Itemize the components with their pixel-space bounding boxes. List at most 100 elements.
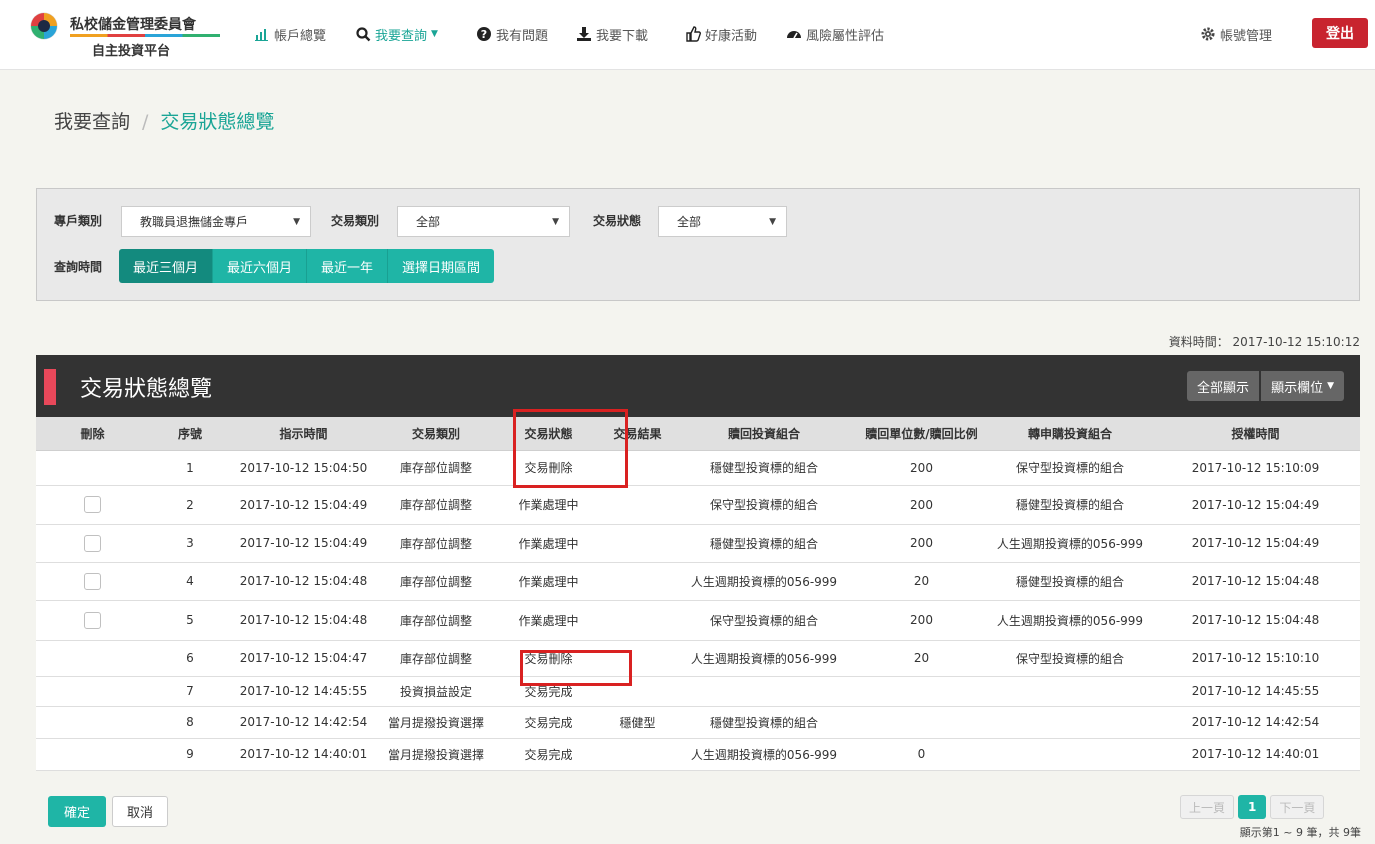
table-cell: 作業處理中: [496, 524, 601, 563]
table-cell: 200: [854, 600, 989, 641]
question-icon: ?: [477, 27, 491, 41]
table-cell: 保守型投資標的組合: [674, 600, 854, 641]
next-page-button[interactable]: 下一頁: [1270, 795, 1325, 819]
caret-down-icon: ▼: [293, 217, 300, 227]
column-header: 序號: [149, 417, 231, 451]
trade-type-label: 交易類別: [331, 214, 380, 228]
period-custom-range-button[interactable]: 選擇日期區間: [388, 249, 495, 283]
table-cell: 保守型投資標的組合: [674, 485, 854, 525]
confirm-button[interactable]: 確定: [48, 796, 106, 827]
table-cell: [601, 676, 674, 707]
table-row: 7 2017-10-12 14:45:55 投資損益設定 交易完成 2017-10-12…: [36, 676, 1360, 707]
account-type-label: 專戶類別: [54, 214, 103, 228]
show-columns-dropdown[interactable]: 顯示欄位 ▼: [1261, 371, 1344, 401]
nav-faq[interactable]: ? 我有問題: [476, 24, 548, 44]
table-cell: 庫存部位調整: [376, 640, 496, 677]
table-cell: 作業處理中: [496, 600, 601, 641]
table-cell: [601, 600, 674, 641]
table-cell: [989, 738, 1151, 771]
delete-checkbox[interactable]: [84, 611, 101, 629]
search-icon: [356, 27, 371, 42]
table-cell: [36, 706, 149, 739]
table-row: 1 2017-10-12 15:04:50 庫存部位調整 交易刪除 穩健型投資標的組合 2…: [36, 450, 1360, 486]
period-6-months-button[interactable]: 最近六個月: [213, 249, 308, 283]
table-cell: 20: [854, 640, 989, 677]
account-settings-link[interactable]: 帳號管理: [1200, 24, 1272, 44]
prev-page-button[interactable]: 上一頁: [1180, 795, 1235, 819]
table-cell: 2017-10-12 15:04:48: [231, 600, 376, 641]
show-all-button[interactable]: 全部顯示: [1187, 371, 1260, 401]
table-cell: [601, 738, 674, 771]
table-cell: 當月提撥投資選擇: [376, 738, 496, 771]
table-row: 8 2017-10-12 14:42:54 當月提撥投資選擇 交易完成 穩健型 穩健型投資…: [36, 706, 1360, 739]
cancel-button[interactable]: 取消: [112, 796, 168, 827]
trade-type-select[interactable]: 全部 ▼: [397, 206, 570, 237]
delete-checkbox[interactable]: [84, 572, 101, 590]
table-cell: 2017-10-12 14:40:01: [1151, 738, 1360, 771]
trade-status-label: 交易狀態: [593, 214, 642, 228]
table-cell: 人生週期投資標的056-999: [674, 640, 854, 677]
trade-status-select[interactable]: 全部 ▼: [658, 206, 787, 237]
table-cell: [36, 524, 149, 563]
nav-promotions[interactable]: 好康活動: [685, 24, 757, 44]
logout-button[interactable]: 登出: [1312, 18, 1368, 48]
table-cell: 庫存部位調整: [376, 562, 496, 601]
caret-down-icon: ▼: [552, 217, 559, 227]
nav-label: 帳戶總覽: [274, 28, 327, 44]
delete-checkbox[interactable]: [84, 496, 101, 513]
period-1-year-button[interactable]: 最近一年: [307, 249, 389, 283]
column-header: 交易狀態: [496, 417, 601, 451]
table-cell: [36, 562, 149, 601]
page-1-button[interactable]: 1: [1238, 795, 1267, 819]
table-cell: 9: [149, 738, 231, 771]
table-cell: [601, 450, 674, 486]
table-cell: 穩健型投資標的組合: [989, 562, 1151, 601]
table-cell: 2017-10-12 14:45:55: [231, 676, 376, 707]
account-type-value: 教職員退撫儲金專戶: [140, 215, 249, 229]
table-cell: [36, 640, 149, 677]
nav-label: 我有問題: [496, 28, 549, 44]
table-cell: 1: [149, 450, 231, 486]
table-cell: 庫存部位調整: [376, 450, 496, 486]
table-cell: 2017-10-12 15:04:48: [1151, 562, 1360, 601]
table-cell: 2017-10-12 15:10:10: [1151, 640, 1360, 677]
table-cell: [989, 676, 1151, 707]
nav-account-overview[interactable]: 帳戶總覽: [254, 24, 326, 44]
account-type-select[interactable]: 教職員退撫儲金專戶 ▼: [121, 206, 311, 237]
column-buttons: 全部顯示 顯示欄位 ▼: [1187, 371, 1344, 401]
table-cell: 投資損益設定: [376, 676, 496, 707]
table-cell: 5: [149, 600, 231, 641]
table-cell: 人生週期投資標的056-999: [674, 738, 854, 771]
site-logo[interactable]: 私校儲金管理委員會 自主投資平台: [30, 10, 230, 60]
table-cell: 8: [149, 706, 231, 739]
table-cell: 2017-10-12 15:04:50: [231, 450, 376, 486]
period-3-months-button[interactable]: 最近三個月: [119, 249, 214, 283]
nav-download[interactable]: 我要下載: [576, 24, 648, 44]
trade-type-value: 全部: [416, 215, 441, 229]
nav-query[interactable]: 我要查詢 ▼: [355, 24, 438, 44]
table-cell: 穩健型投資標的組合: [674, 706, 854, 739]
table-cell: 6: [149, 640, 231, 677]
download-icon: [577, 27, 591, 41]
table-row: 2 2017-10-12 15:04:49 庫存部位調整 作業處理中 保守型投資標的組合…: [36, 485, 1360, 525]
delete-checkbox[interactable]: [84, 534, 101, 552]
table-cell: 交易完成: [496, 706, 601, 739]
logo-title: 私校儲金管理委員會: [70, 17, 196, 33]
trade-status-value: 全部: [677, 215, 702, 229]
nav-risk-assessment[interactable]: 風險屬性評估: [786, 24, 884, 44]
table-cell: 交易完成: [496, 676, 601, 707]
table-header-row: 刪除 序號 指示時間 交易類別 交易狀態 交易結果 贖回投資組合 贖回單位數/贖回比例 轉申購投…: [36, 417, 1360, 451]
table-cell: [854, 676, 989, 707]
table-row: 4 2017-10-12 15:04:48 庫存部位調整 作業處理中 人生週期投資標的0…: [36, 562, 1360, 601]
nav-label: 好康活動: [705, 28, 758, 44]
dashboard-icon: [787, 31, 801, 39]
table-cell: 穩健型投資標的組合: [989, 485, 1151, 525]
table-cell: 2017-10-12 15:10:09: [1151, 450, 1360, 486]
table-row: 3 2017-10-12 15:04:49 庫存部位調整 作業處理中 穩健型投資標的組合…: [36, 524, 1360, 563]
table-cell: 20: [854, 562, 989, 601]
table-cell: 當月提撥投資選擇: [376, 706, 496, 739]
breadcrumb-parent[interactable]: 我要查詢: [54, 111, 130, 133]
table-cell: 200: [854, 485, 989, 525]
nav-label: 風險屬性評估: [806, 28, 885, 44]
table-cell: [601, 640, 674, 677]
